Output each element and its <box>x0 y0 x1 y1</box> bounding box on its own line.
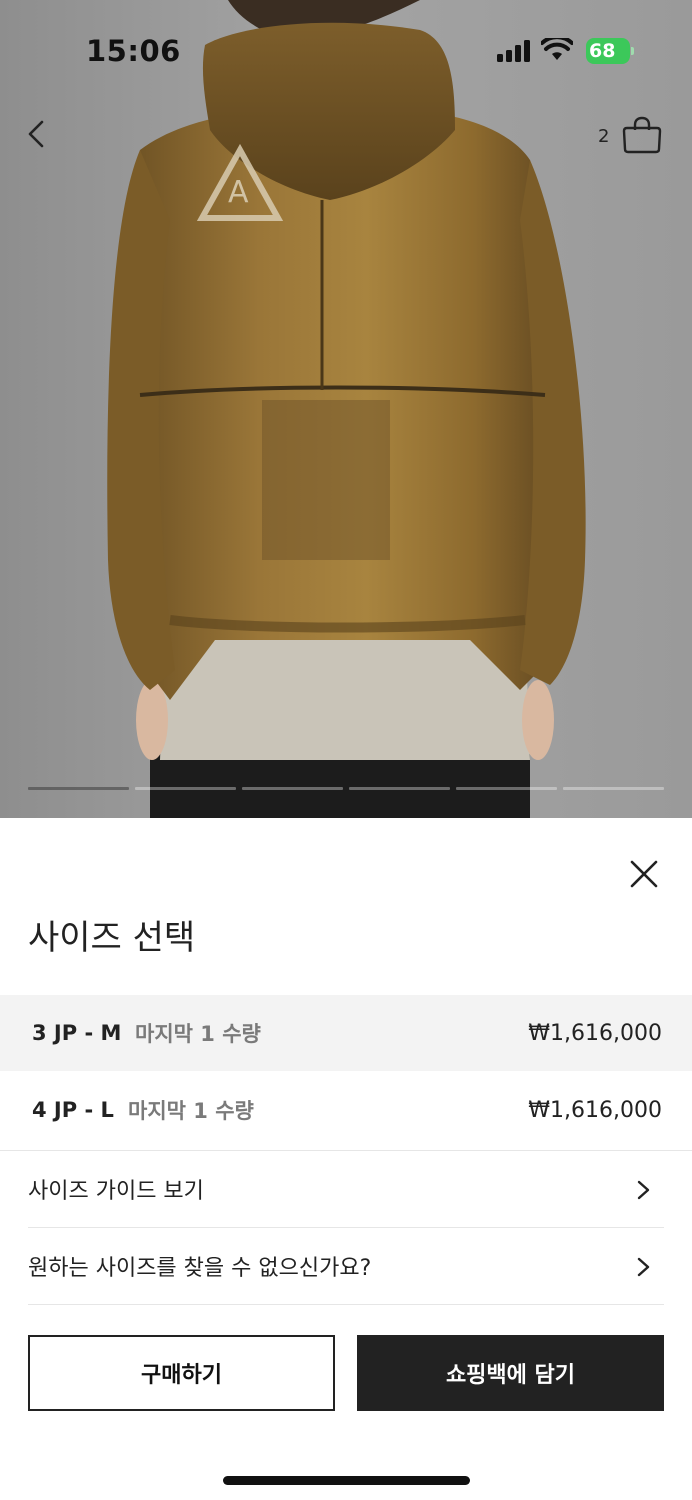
size-selection-sheet: 사이즈 선택 3 JP - M 마지막 1 수량 ₩1,616,000 4 JP… <box>0 818 692 1500</box>
stock-note: 마지막 1 수량 <box>135 1022 261 1046</box>
status-time: 15:06 <box>86 34 181 68</box>
sheet-title: 사이즈 선택 <box>28 918 196 958</box>
chevron-left-icon[interactable] <box>20 112 56 156</box>
size-guide-link[interactable]: 사이즈 가이드 보기 <box>28 1151 664 1228</box>
size-price: ₩1,616,000 <box>528 1020 662 1046</box>
home-indicator[interactable] <box>223 1476 470 1485</box>
gallery-indicator[interactable] <box>28 787 129 790</box>
gallery-indicators <box>28 787 664 791</box>
shopping-bag-icon[interactable] <box>621 114 663 156</box>
gallery-indicator[interactable] <box>563 787 664 790</box>
jacket-photo: A <box>107 0 586 818</box>
size-not-found-link[interactable]: 원하는 사이즈를 찾을 수 없으신가요? <box>28 1228 664 1305</box>
product-image[interactable]: A 15:06 68 2 <box>0 0 692 818</box>
gallery-indicator[interactable] <box>242 787 343 790</box>
gallery-indicator[interactable] <box>349 787 450 790</box>
gallery-indicator[interactable] <box>135 787 236 790</box>
cellular-signal-icon <box>497 40 530 62</box>
add-to-bag-button[interactable]: 쇼핑백에 담기 <box>357 1335 664 1411</box>
size-guide-label: 사이즈 가이드 보기 <box>28 1179 204 1204</box>
buy-now-button[interactable]: 구매하기 <box>28 1335 335 1411</box>
battery-icon: 68 <box>586 38 634 64</box>
svg-text:A: A <box>228 175 249 210</box>
stock-note: 마지막 1 수량 <box>128 1099 254 1123</box>
cart-count[interactable]: 2 <box>598 126 609 147</box>
size-option-4-jp-l[interactable]: 4 JP - L 마지막 1 수량 ₩1,616,000 <box>0 1072 692 1148</box>
chevron-right-icon <box>637 1257 650 1277</box>
size-label: 3 JP - M <box>32 1021 122 1045</box>
size-not-found-label: 원하는 사이즈를 찾을 수 없으신가요? <box>28 1256 372 1281</box>
size-option-3-jp-m[interactable]: 3 JP - M 마지막 1 수량 ₩1,616,000 <box>0 995 692 1071</box>
wifi-icon <box>541 38 573 60</box>
size-price: ₩1,616,000 <box>528 1097 662 1123</box>
chevron-right-icon <box>637 1180 650 1200</box>
gallery-indicator[interactable] <box>456 787 557 790</box>
status-bar: 15:06 68 <box>0 0 692 100</box>
close-icon[interactable] <box>624 854 664 894</box>
battery-percentage: 68 <box>589 40 616 62</box>
size-label: 4 JP - L <box>32 1098 114 1122</box>
